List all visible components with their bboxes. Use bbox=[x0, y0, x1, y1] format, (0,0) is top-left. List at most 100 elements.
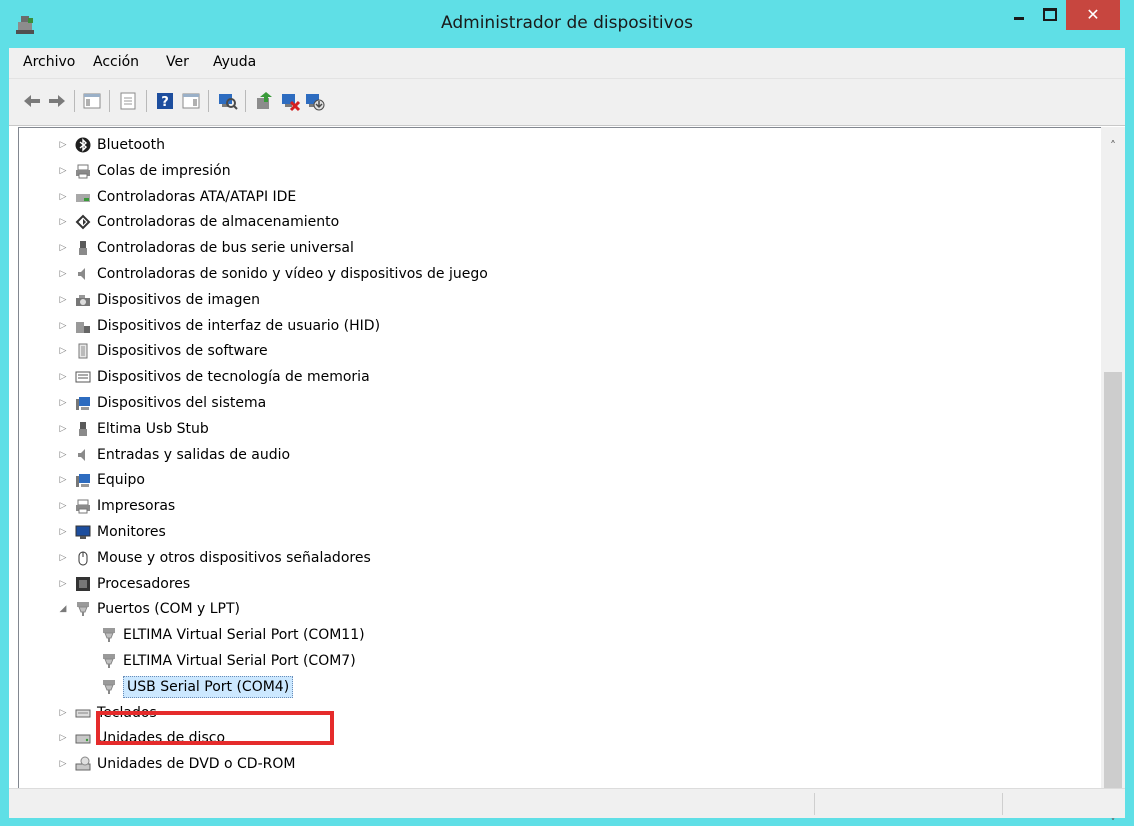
maximize-button[interactable] bbox=[1036, 0, 1062, 30]
vertical-scrollbar[interactable]: ˄ ˅ bbox=[1101, 127, 1125, 830]
back-arrow-icon[interactable] bbox=[21, 90, 43, 112]
expand-arrow-icon[interactable]: ▷ bbox=[57, 444, 69, 466]
menu-ver[interactable]: Ver bbox=[166, 54, 189, 70]
memory-device-icon bbox=[75, 371, 91, 383]
tree-category-item[interactable]: ▷ Entradas y salidas de audio bbox=[19, 444, 1099, 466]
sound-icon bbox=[78, 268, 85, 280]
hid-icon bbox=[76, 321, 90, 333]
tree-category-item[interactable]: ◢ Puertos (COM y LPT) bbox=[19, 598, 1099, 620]
disable-device-icon[interactable] bbox=[303, 90, 325, 112]
tree-child-item[interactable]: ELTIMA Virtual Serial Port (COM7) bbox=[19, 650, 1099, 672]
show-action-pane-icon[interactable] bbox=[180, 90, 202, 112]
tree-item-label: Entradas y salidas de audio bbox=[97, 446, 291, 463]
menu-accion[interactable]: Acción bbox=[93, 54, 139, 70]
expand-arrow-icon[interactable]: ▷ bbox=[57, 211, 69, 233]
device-tree[interactable]: ▷ Bluetooth ▷ Colas de impresión ▷ Controlado… bbox=[18, 127, 1102, 789]
scan-hardware-changes-icon[interactable] bbox=[216, 90, 238, 112]
expand-arrow-icon[interactable]: ▷ bbox=[57, 702, 69, 724]
tree-child-item[interactable]: USB Serial Port (COM4) bbox=[19, 675, 1099, 698]
expand-arrow-icon[interactable]: ▷ bbox=[57, 521, 69, 543]
tree-category-item[interactable]: ▷ Monitores bbox=[19, 521, 1099, 543]
tree-category-item[interactable]: ▷ Colas de impresión bbox=[19, 160, 1099, 182]
tree-category-item[interactable]: ▷ Bluetooth bbox=[19, 134, 1099, 156]
update-driver-icon[interactable] bbox=[253, 90, 275, 112]
tree-category-item[interactable]: ▷ Mouse y otros dispositivos señaladores bbox=[19, 547, 1099, 569]
expand-arrow-icon[interactable]: ▷ bbox=[57, 134, 69, 156]
collapse-arrow-icon[interactable]: ◢ bbox=[57, 598, 69, 620]
forward-arrow-icon[interactable] bbox=[46, 90, 68, 112]
tree-category-item[interactable]: ▷ Eltima Usb Stub bbox=[19, 418, 1099, 440]
help-icon[interactable]: ? bbox=[154, 90, 176, 112]
expand-arrow-icon[interactable]: ▷ bbox=[57, 160, 69, 182]
toolbar: ? bbox=[9, 79, 1125, 126]
device-manager-window: Administrador de dispositivos ✕ Archivo … bbox=[0, 0, 1134, 830]
port-icon bbox=[77, 602, 89, 617]
print-queue-icon bbox=[76, 164, 90, 179]
tree-item-label: Dispositivos de software bbox=[97, 343, 268, 360]
tree-item-label: Impresoras bbox=[97, 498, 176, 515]
expand-arrow-icon[interactable]: ▷ bbox=[57, 366, 69, 388]
tree-item-label: Dispositivos del sistema bbox=[97, 395, 267, 411]
keyboard-icon bbox=[75, 709, 91, 718]
tree-category-item[interactable]: ▷ Controladoras ATA/ATAPI IDE bbox=[19, 186, 1099, 208]
maximize-icon bbox=[1043, 8, 1057, 21]
svg-text:?: ? bbox=[161, 95, 169, 110]
properties-icon[interactable] bbox=[117, 90, 139, 112]
port-icon bbox=[103, 628, 115, 643]
tree-category-item[interactable]: ▷ Dispositivos de tecnología de memoria bbox=[19, 366, 1099, 388]
tree-child-item[interactable]: ELTIMA Virtual Serial Port (COM11) bbox=[19, 624, 1099, 646]
scroll-up-arrow-icon[interactable]: ˄ bbox=[1101, 135, 1125, 157]
expand-arrow-icon[interactable]: ▷ bbox=[57, 573, 69, 595]
tree-item-label: Colas de impresión bbox=[97, 162, 231, 179]
processor-icon bbox=[76, 576, 90, 591]
printer-icon bbox=[76, 499, 90, 514]
expand-arrow-icon[interactable]: ▷ bbox=[57, 727, 69, 749]
tree-category-item[interactable]: ▷ Dispositivos de imagen bbox=[19, 289, 1099, 311]
tree-item-label: Dispositivos de tecnología de memoria bbox=[97, 369, 370, 386]
tree-category-item[interactable]: ▷ Procesadores bbox=[19, 573, 1099, 595]
bluetooth-icon bbox=[75, 137, 91, 153]
title-bar[interactable]: Administrador de dispositivos ✕ bbox=[0, 0, 1134, 48]
tree-item-label: Equipo bbox=[97, 472, 145, 489]
expand-arrow-icon[interactable]: ▷ bbox=[57, 392, 69, 414]
tree-item-label: Controladoras de bus serie universal bbox=[97, 240, 354, 257]
expand-arrow-icon[interactable]: ▷ bbox=[57, 753, 69, 775]
tree-item-label: ELTIMA Virtual Serial Port (COM7) bbox=[123, 653, 356, 669]
expand-arrow-icon[interactable]: ▷ bbox=[57, 495, 69, 517]
tree-category-item[interactable]: ▷ Impresoras bbox=[19, 495, 1099, 517]
close-button[interactable]: ✕ bbox=[1066, 0, 1120, 30]
tree-item-label: ELTIMA Virtual Serial Port (COM11) bbox=[123, 627, 365, 644]
minimize-button[interactable] bbox=[1006, 0, 1032, 30]
tree-category-item[interactable]: ▷ Controladoras de bus serie universal bbox=[19, 237, 1099, 259]
expand-arrow-icon[interactable]: ▷ bbox=[57, 186, 69, 208]
expand-arrow-icon[interactable]: ▷ bbox=[57, 547, 69, 569]
tree-category-item[interactable]: ▷ Dispositivos de interfaz de usuario (HI… bbox=[19, 315, 1099, 337]
menu-archivo[interactable]: Archivo bbox=[23, 54, 75, 70]
tree-category-item[interactable]: ▷ Controladoras de sonido y vídeo y dispo… bbox=[19, 263, 1099, 285]
expand-arrow-icon[interactable]: ▷ bbox=[57, 289, 69, 311]
tree-category-item[interactable]: ▷ Unidades de DVD o CD-ROM bbox=[19, 753, 1099, 775]
port-icon bbox=[103, 679, 115, 694]
tree-item-label: Puertos (COM y LPT) bbox=[97, 601, 241, 618]
tree-item-label: Procesadores bbox=[97, 575, 191, 592]
expand-arrow-icon[interactable]: ▷ bbox=[57, 263, 69, 285]
tree-category-item[interactable]: ▷ Dispositivos del sistema bbox=[19, 392, 1099, 414]
scroll-thumb[interactable] bbox=[1104, 372, 1122, 797]
tree-category-item[interactable]: ▷ Equipo bbox=[19, 469, 1099, 491]
toolbar-separator bbox=[146, 90, 147, 112]
expand-arrow-icon[interactable]: ▷ bbox=[57, 418, 69, 440]
uninstall-device-icon[interactable] bbox=[279, 90, 301, 112]
tree-category-item[interactable]: ▷ Controladoras de almacenamiento bbox=[19, 211, 1099, 233]
expand-arrow-icon[interactable]: ▷ bbox=[57, 315, 69, 337]
storage-controller-icon bbox=[75, 214, 91, 230]
tree-category-item[interactable]: ▷ Dispositivos de software bbox=[19, 340, 1099, 362]
menu-ayuda[interactable]: Ayuda bbox=[213, 54, 256, 70]
show-hide-console-tree-icon[interactable] bbox=[81, 90, 103, 112]
imaging-device-icon bbox=[76, 294, 90, 306]
expand-arrow-icon[interactable]: ▷ bbox=[57, 237, 69, 259]
tree-item-label: Controladoras de sonido y vídeo y dispos… bbox=[97, 266, 488, 282]
usb-controller-icon bbox=[79, 241, 87, 256]
expand-arrow-icon[interactable]: ▷ bbox=[57, 340, 69, 362]
expand-arrow-icon[interactable]: ▷ bbox=[57, 469, 69, 491]
tree-item-label: Eltima Usb Stub bbox=[97, 420, 209, 437]
